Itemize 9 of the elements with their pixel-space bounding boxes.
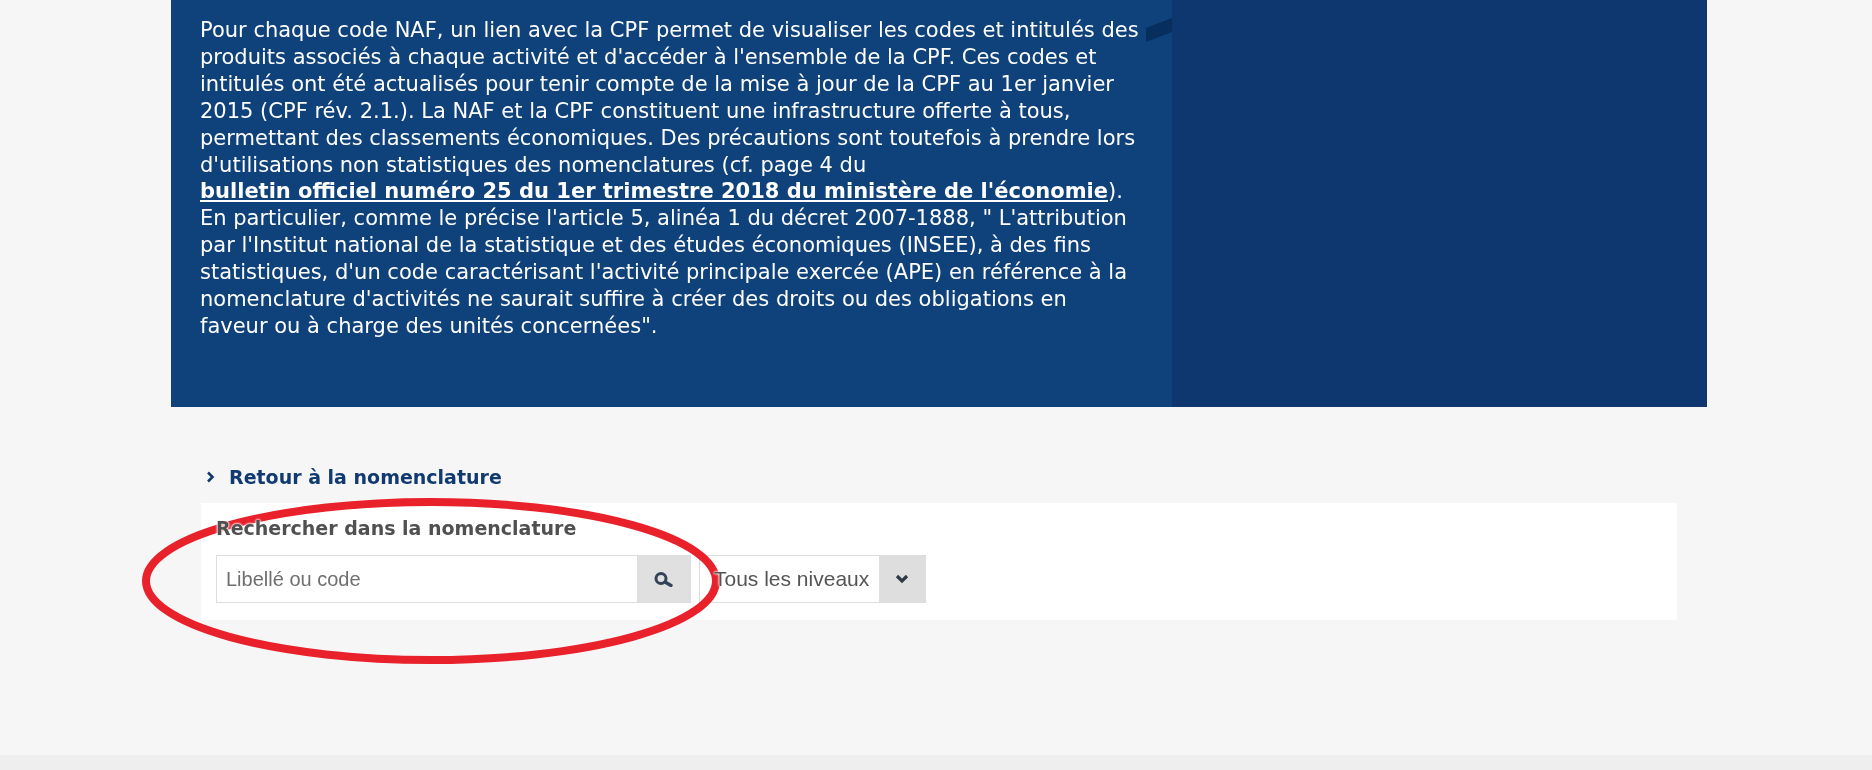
document-link[interactable]: bulletin officiel numéro 25 du 1er trimestre 2018 du ministère de l'économie [200,179,1108,204]
chevron-right-icon [206,471,215,483]
back-link[interactable]: Retour à la nomenclature [229,465,502,489]
search-field[interactable]: Libellé ou code [216,555,637,603]
search-button[interactable] [637,555,691,603]
search-icon [654,571,674,587]
intro-paragraph: Pour chaque code NAF, un lien avec la CPF permet de visualiser les codes et intitulés des produits associés à chaque activité et d'accéder à l'ensemble de la CPF. Ces codes et intitulés ont été actualisés pour tenir compte de la mise à jour de la CPF au 1er janvier 2015 (CPF rév. 2.1.). La NAF et la CPF constituent une infrastructure offerte à tous, permettant des classements économiques. Des précautions sont toutefois à prendre lors d'utilisations non statistiques des nomenclatures (cf. page 4 du bulletin officiel numéro 25 du 1er trimestre 2018 du ministère de l'économie). En particulier, comme le précise l'article 5, alinéa 1 du décret 2007-1888, " L'attribution par l'Institut national de la statistique et des études économiques (INSEE), à des fins statistiques, d'un code caractérisant l'activité principale exercée (APE) en référence à la nomenclature d'activités ne saurait suffire à créer des droits ou des obligations en faveur ou à charge des unités concernées". [200,17,1140,340]
background-stripe-drawing [1146,18,1172,42]
chevron-down-icon [879,556,925,602]
